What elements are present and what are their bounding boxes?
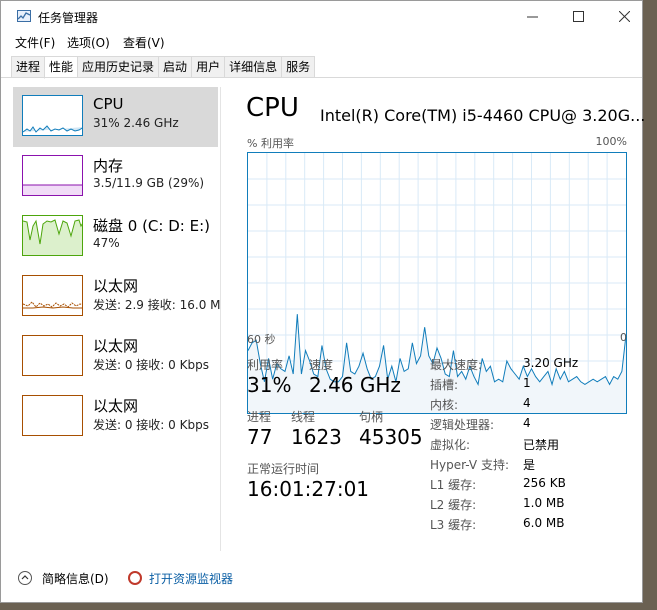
cpu-usage-graph bbox=[247, 152, 627, 414]
ethernet-thumbnail bbox=[22, 335, 83, 376]
sidebar-item-label: 内存 bbox=[93, 157, 124, 175]
resource-sidebar: CPU 31% 2.46 GHz 内存 3.5/11.9 GB (29%) 磁盘… bbox=[13, 87, 221, 557]
tab-details[interactable]: 详细信息 bbox=[224, 56, 282, 78]
speed-value: 2.46 GHz bbox=[309, 373, 401, 397]
detail-key: 虚拟化: bbox=[430, 438, 471, 452]
detail-value: 6.0 MB bbox=[523, 516, 565, 530]
detail-key: L1 缓存: bbox=[430, 478, 477, 492]
axis-label-60s: 60 秒 bbox=[247, 333, 276, 346]
close-icon bbox=[618, 10, 630, 22]
tab-processes[interactable]: 进程 bbox=[11, 56, 45, 78]
detail-value: 3.20 GHz bbox=[523, 356, 579, 370]
detail-value: 是 bbox=[523, 458, 536, 472]
tab-users[interactable]: 用户 bbox=[191, 56, 225, 78]
detail-key: 逻辑处理器: bbox=[430, 418, 495, 432]
uptime-label: 正常运行时间 bbox=[247, 462, 320, 476]
detail-key: 内核: bbox=[430, 398, 459, 412]
handles-label: 句柄 bbox=[359, 410, 384, 424]
detail-value: 1.0 MB bbox=[523, 496, 565, 510]
tab-performance[interactable]: 性能 bbox=[44, 56, 78, 79]
disk-thumbnail bbox=[22, 215, 83, 256]
threads-label: 线程 bbox=[291, 410, 316, 424]
processes-label: 进程 bbox=[247, 410, 272, 424]
graph-label-util: % 利用率 bbox=[247, 137, 294, 150]
util-label: 利用率 bbox=[247, 358, 284, 372]
sidebar-item-label: 以太网 bbox=[93, 337, 139, 355]
sidebar-item-label: 以太网 bbox=[93, 277, 139, 295]
fewer-details-link[interactable]: 简略信息(D) bbox=[42, 570, 109, 587]
sidebar-item-label: 以太网 bbox=[93, 397, 139, 415]
sidebar-item-ethernet-2[interactable]: 以太网 发送: 0 接收: 0 Kbps bbox=[13, 327, 218, 387]
maximize-button[interactable] bbox=[555, 1, 601, 31]
task-manager-window: 任务管理器 文件(F) 选项(O) 查看(V) 进程 性能 应用历史记录 启动 … bbox=[0, 0, 646, 603]
detail-key: Hyper-V 支持: bbox=[430, 458, 509, 472]
detail-value: 已禁用 bbox=[523, 438, 560, 452]
sidebar-item-sub: 3.5/11.9 GB (29%) bbox=[93, 176, 205, 190]
memory-thumbnail bbox=[22, 155, 83, 196]
tab-services[interactable]: 服务 bbox=[281, 56, 316, 78]
detail-value: 1 bbox=[523, 376, 531, 390]
sidebar-item-ethernet-1[interactable]: 以太网 发送: 2.9 接收: 16.0 M bbox=[13, 267, 221, 327]
cpu-thumbnail bbox=[22, 95, 83, 136]
detail-key: L2 缓存: bbox=[430, 498, 477, 512]
menu-view[interactable]: 查看(V) bbox=[123, 34, 165, 51]
sidebar-item-ethernet-3[interactable]: 以太网 发送: 0 接收: 0 Kbps bbox=[13, 387, 218, 447]
sidebar-item-label: CPU bbox=[93, 95, 124, 113]
detail-key: 最大速度: bbox=[430, 358, 483, 372]
task-manager-icon bbox=[17, 10, 31, 22]
watermark-line2: bbs.zol.com.cn bbox=[497, 567, 587, 581]
resource-monitor-icon bbox=[128, 571, 142, 585]
detail-key: 插槽: bbox=[430, 378, 459, 392]
sidebar-item-sub: 47% bbox=[93, 236, 120, 250]
menu-file[interactable]: 文件(F) bbox=[15, 34, 55, 51]
zol-watermark: Z 中关村在线论坛 bbs.zol.com.cn bbox=[455, 540, 640, 590]
sidebar-item-sub: 发送: 2.9 接收: 16.0 M bbox=[93, 298, 221, 312]
tab-strip: 进程 性能 应用历史记录 启动 用户 详细信息 服务 bbox=[11, 56, 316, 79]
ethernet-thumbnail bbox=[22, 395, 83, 436]
maximize-icon bbox=[572, 10, 584, 22]
sidebar-item-label: 磁盘 0 (C: D: E:) bbox=[93, 217, 210, 235]
threads-value: 1623 bbox=[291, 425, 342, 449]
sidebar-item-sub: 31% 2.46 GHz bbox=[93, 116, 179, 130]
minimize-button[interactable] bbox=[509, 1, 555, 31]
zol-logo: Z bbox=[455, 542, 480, 582]
minimize-icon bbox=[526, 16, 538, 17]
axis-label-0: 0 bbox=[620, 331, 627, 344]
uptime-value: 16:01:27:01 bbox=[247, 477, 370, 501]
open-resource-monitor-link[interactable]: 打开资源监视器 bbox=[149, 570, 233, 587]
page-title: CPU bbox=[246, 93, 299, 123]
chevron-up-icon[interactable] bbox=[18, 571, 32, 585]
detail-value: 256 KB bbox=[523, 476, 566, 490]
sidebar-item-memory[interactable]: 内存 3.5/11.9 GB (29%) bbox=[13, 147, 218, 207]
detail-value: 4 bbox=[523, 396, 531, 410]
handles-value: 45305 bbox=[359, 425, 423, 449]
util-value: 31% bbox=[247, 373, 292, 397]
detail-key: L3 缓存: bbox=[430, 518, 477, 532]
sidebar-item-sub: 发送: 0 接收: 0 Kbps bbox=[93, 358, 209, 372]
sidebar-item-sub: 发送: 0 接收: 0 Kbps bbox=[93, 418, 209, 432]
close-button[interactable] bbox=[601, 1, 647, 31]
tab-startup[interactable]: 启动 bbox=[158, 56, 192, 78]
sidebar-item-disk[interactable]: 磁盘 0 (C: D: E:) 47% bbox=[13, 207, 218, 267]
tab-app-history[interactable]: 应用历史记录 bbox=[77, 56, 159, 78]
sidebar-item-cpu[interactable]: CPU 31% 2.46 GHz bbox=[13, 87, 218, 147]
detail-value: 4 bbox=[523, 416, 531, 430]
menu-bar: 文件(F) 选项(O) 查看(V) bbox=[1, 31, 642, 53]
cpu-model-name: Intel(R) Core(TM) i5-4460 CPU@ 3.20G... bbox=[320, 106, 646, 125]
menu-options[interactable]: 选项(O) bbox=[67, 34, 110, 51]
window-title: 任务管理器 bbox=[38, 11, 99, 25]
sidebar-divider bbox=[220, 87, 221, 551]
graph-label-max: 100% bbox=[595, 135, 627, 148]
speed-label: 速度 bbox=[309, 358, 334, 372]
processes-value: 77 bbox=[247, 425, 273, 449]
title-bar[interactable]: 任务管理器 bbox=[1, 1, 642, 31]
cpu-usage-chart bbox=[247, 153, 627, 413]
tab-content-border bbox=[1, 77, 642, 78]
ethernet-thumbnail bbox=[22, 275, 83, 316]
